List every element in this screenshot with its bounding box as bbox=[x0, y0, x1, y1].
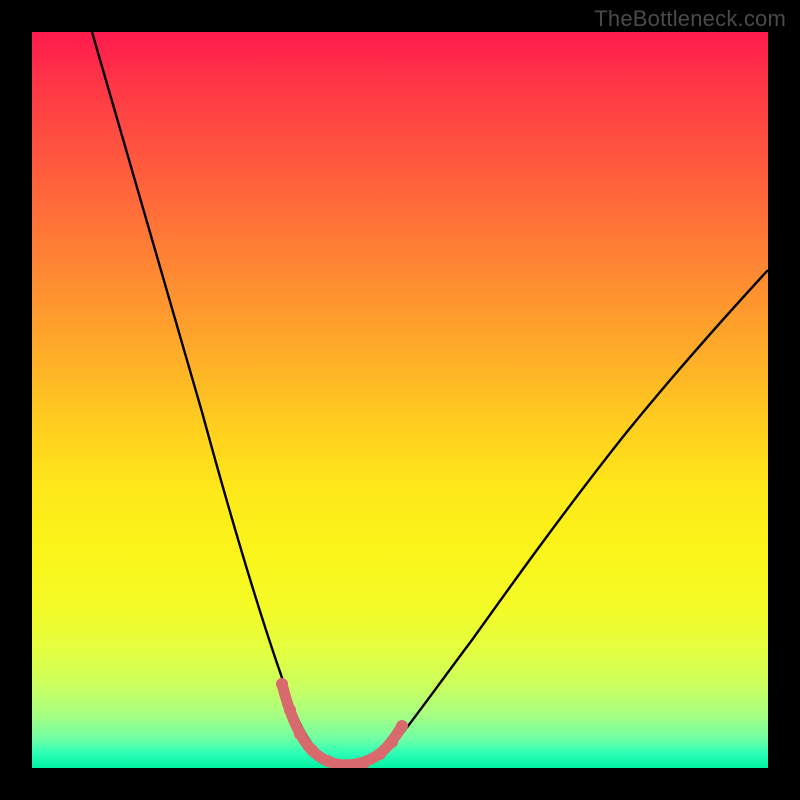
watermark-label: TheBottleneck.com bbox=[594, 6, 786, 32]
plot-area bbox=[32, 32, 768, 768]
curve-layer bbox=[32, 32, 768, 768]
chart-frame: TheBottleneck.com bbox=[0, 0, 800, 800]
bottleneck-curve bbox=[92, 32, 768, 764]
